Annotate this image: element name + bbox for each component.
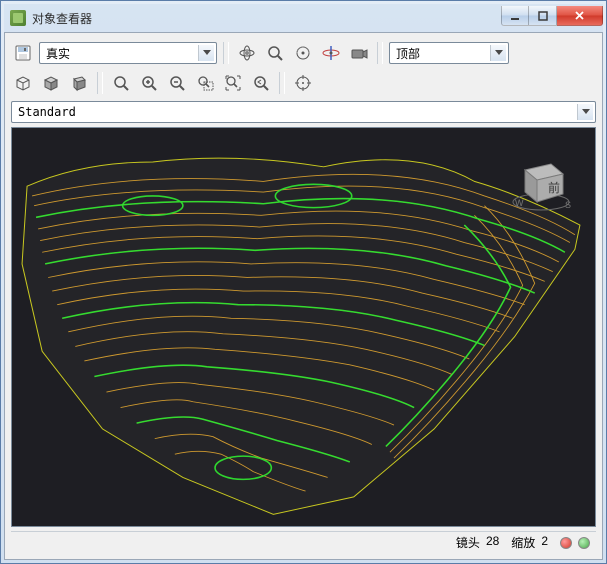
visual-style-value: 真实 (46, 45, 198, 62)
box-solid-button[interactable] (39, 71, 63, 95)
app-window: 对象查看器 真实 (0, 0, 607, 564)
zoom-value: 2 (541, 534, 548, 551)
visual-style-select[interactable]: 真实 (39, 42, 217, 64)
zoom-window-button[interactable] (193, 71, 217, 95)
save-icon (14, 44, 32, 62)
camera-button[interactable] (347, 41, 371, 65)
orbit-constrained-icon (294, 44, 312, 62)
zoom-in-icon (140, 74, 158, 92)
zoom-out-icon (168, 74, 186, 92)
box-persp-button[interactable] (67, 71, 91, 95)
view-direction-value: 顶部 (396, 45, 490, 62)
close-button[interactable] (557, 6, 603, 26)
orbit-free-button[interactable] (235, 41, 259, 65)
lens-label: 镜头 (456, 534, 480, 551)
target-icon (294, 74, 312, 92)
svg-text:W: W (515, 198, 524, 208)
status-zoom: 缩放 2 (511, 534, 548, 551)
separator (97, 72, 103, 94)
window-controls (501, 6, 603, 26)
svg-text:前: 前 (548, 180, 560, 195)
status-lens: 镜头 28 (456, 534, 499, 551)
box-wire-button[interactable] (11, 71, 35, 95)
titlebar[interactable]: 对象查看器 (4, 4, 603, 32)
separator (279, 72, 285, 94)
camera-icon (350, 44, 368, 62)
window-title: 对象查看器 (32, 10, 501, 27)
viewcube-icon: 前 W S (505, 146, 577, 218)
layer-select[interactable]: Standard (11, 101, 596, 123)
save-button[interactable] (11, 41, 35, 65)
status-led-red[interactable] (560, 537, 572, 549)
zoom-in-button[interactable] (137, 71, 161, 95)
viewport[interactable]: 前 W S (11, 127, 596, 527)
box-persp-icon (70, 74, 88, 92)
separator (377, 42, 383, 64)
swivel-button[interactable] (319, 41, 343, 65)
chevron-down-icon (198, 45, 214, 61)
separator (223, 42, 229, 64)
view-direction-select[interactable]: 顶部 (389, 42, 509, 64)
chevron-down-icon (577, 104, 593, 120)
zoom-selection-button[interactable] (291, 41, 315, 65)
zoom-realtime-icon (112, 74, 130, 92)
box-solid-icon (42, 74, 60, 92)
chevron-down-icon (490, 45, 506, 61)
zoom-window-icon (196, 74, 214, 92)
app-icon (10, 10, 26, 26)
zoom-out-button[interactable] (165, 71, 189, 95)
statusbar: 镜头 28 缩放 2 (11, 531, 596, 553)
maximize-button[interactable] (529, 6, 557, 26)
zoom-label: 缩放 (511, 534, 535, 551)
viewcube[interactable]: 前 W S (505, 146, 577, 218)
orbit-free-icon (238, 44, 256, 62)
content-area: 真实 (4, 32, 603, 560)
minimize-button[interactable] (501, 6, 529, 26)
swivel-icon (321, 44, 341, 62)
pan-button[interactable] (263, 41, 287, 65)
toolbar-row-1: 真实 (11, 39, 596, 71)
zoom-prev-icon (252, 74, 270, 92)
zoom-extents-button[interactable] (221, 71, 245, 95)
svg-text:S: S (565, 200, 571, 210)
box-wire-icon (14, 74, 32, 92)
lens-value: 28 (486, 534, 499, 551)
magnifier-icon (266, 44, 284, 62)
target-button[interactable] (291, 71, 315, 95)
toolbar-row-2 (11, 71, 596, 101)
status-led-green[interactable] (578, 537, 590, 549)
zoom-realtime-button[interactable] (109, 71, 133, 95)
zoom-extents-icon (224, 74, 242, 92)
layer-row: Standard (11, 101, 596, 127)
status-leds (560, 537, 590, 549)
zoom-prev-button[interactable] (249, 71, 273, 95)
layer-value: Standard (18, 105, 577, 119)
